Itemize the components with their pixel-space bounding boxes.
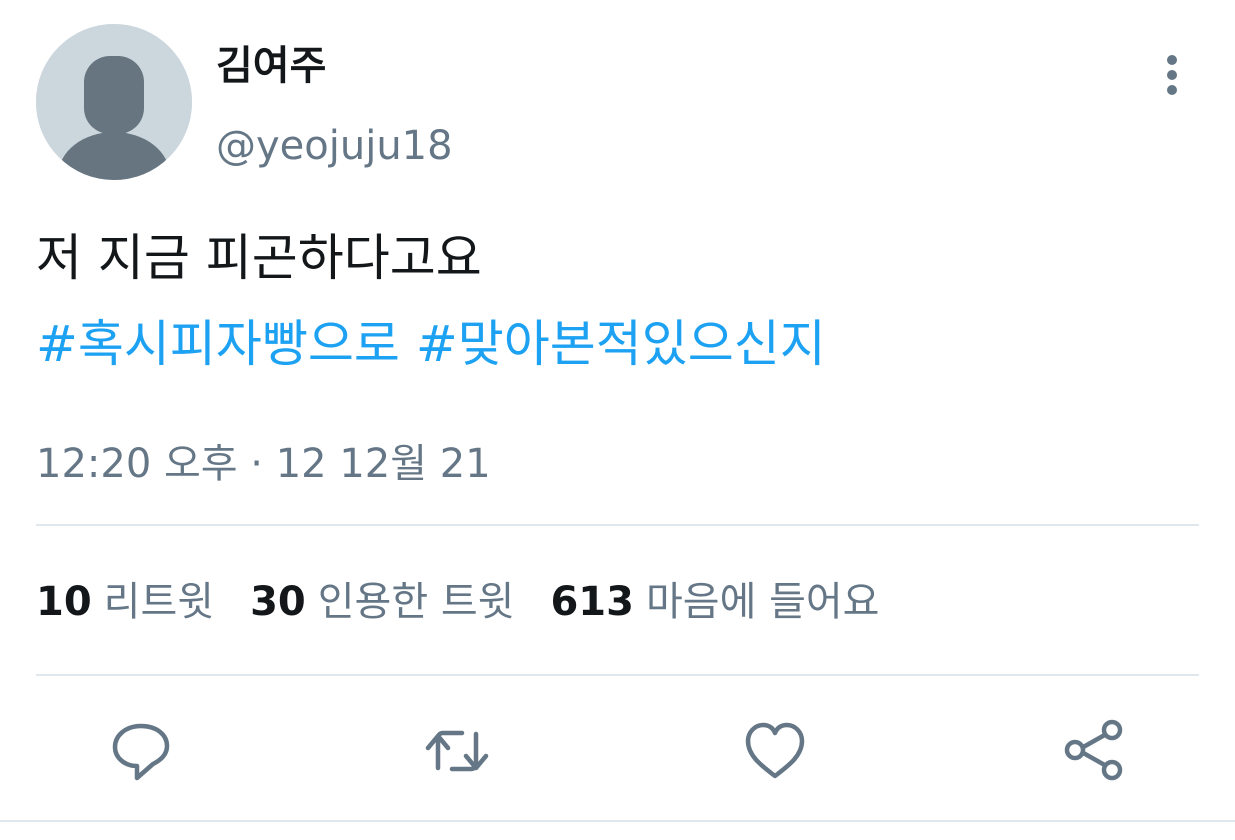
- share-button[interactable]: [1058, 716, 1128, 786]
- divider: [36, 524, 1199, 526]
- hashtag-link[interactable]: #맞아본적있으신지: [416, 315, 826, 373]
- retweet-icon: [425, 730, 489, 772]
- display-name[interactable]: 김여주: [216, 46, 326, 86]
- reply-icon: [112, 723, 170, 781]
- like-button[interactable]: [740, 716, 810, 786]
- tweet-timestamp: 12:20 오후 · 12 12월 21: [36, 441, 491, 487]
- divider: [0, 820, 1235, 822]
- vertical-dots-icon: [1167, 55, 1177, 95]
- retweets-count: 10: [36, 579, 92, 625]
- more-options-button[interactable]: [1150, 50, 1194, 100]
- avatar[interactable]: [36, 24, 192, 180]
- default-profile-icon: [36, 24, 192, 180]
- share-icon: [1064, 719, 1123, 781]
- user-handle[interactable]: @yeojuju18: [216, 126, 453, 166]
- retweets-stat[interactable]: 10 리트윗: [36, 582, 214, 622]
- quotes-label: 인용한 트윗: [317, 579, 515, 625]
- tweet-hashtags: #혹시피자빵으로 #맞아본적있으신지: [36, 314, 826, 374]
- likes-label: 마음에 들어요: [645, 579, 880, 625]
- reply-button[interactable]: [106, 716, 176, 786]
- quotes-stat[interactable]: 30 인용한 트윗: [250, 582, 514, 622]
- hashtag-link[interactable]: #혹시피자빵으로: [36, 315, 400, 373]
- retweet-button[interactable]: [422, 716, 492, 786]
- tweet-detail: 김여주 @yeojuju18 저 지금 피곤하다고요 #혹시피자빵으로 #맞아본…: [0, 0, 1235, 840]
- likes-stat[interactable]: 613 마음에 들어요: [550, 582, 879, 622]
- heart-icon: [745, 722, 805, 779]
- retweets-label: 리트윗: [103, 579, 215, 625]
- likes-count: 613: [550, 579, 634, 625]
- engagement-stats: 10 리트윗 30 인용한 트윗 613 마음에 들어요: [36, 582, 915, 622]
- quotes-count: 30: [250, 579, 306, 625]
- tweet-text: 저 지금 피곤하다고요: [36, 229, 482, 287]
- divider: [36, 674, 1199, 676]
